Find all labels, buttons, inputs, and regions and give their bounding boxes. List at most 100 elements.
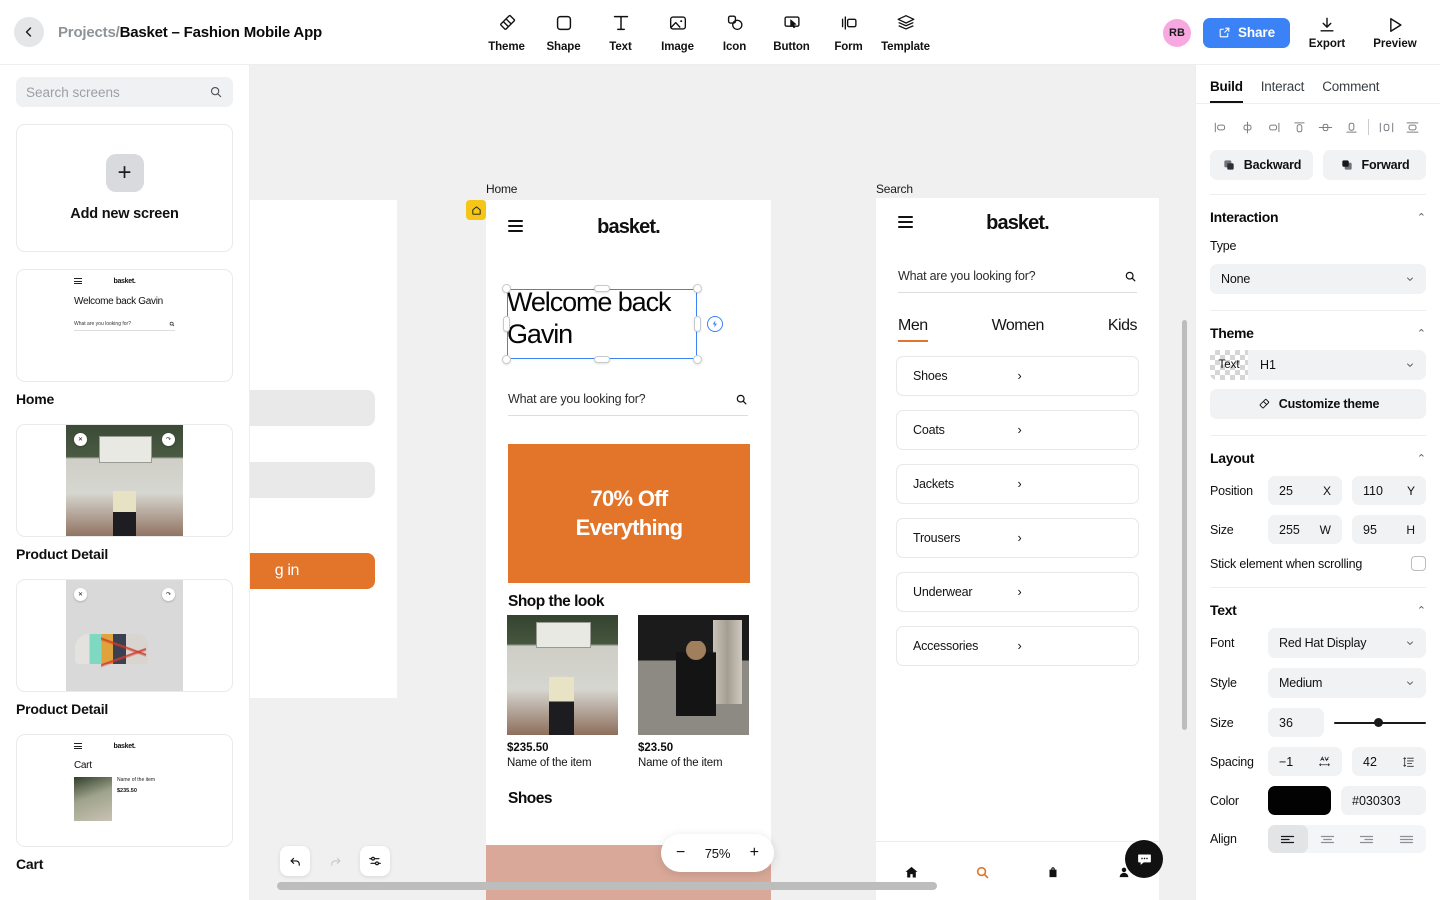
tool-shape[interactable]: Shape <box>535 6 592 53</box>
category-row-accessories[interactable]: Accessories › <box>896 626 1139 666</box>
avatar[interactable]: RB <box>1162 18 1191 47</box>
search-input[interactable] <box>26 84 209 100</box>
tool-theme[interactable]: Theme <box>478 6 535 53</box>
tool-button[interactable]: Button <box>763 6 820 53</box>
product-card[interactable]: $235.50 Name of the item <box>507 615 618 769</box>
font-style-select[interactable]: Medium <box>1268 668 1426 698</box>
resize-handle-top-center[interactable] <box>594 285 610 292</box>
zoom-in-button[interactable]: + <box>750 845 759 861</box>
login-password-field[interactable] <box>250 462 375 498</box>
hamburger-icon[interactable] <box>508 220 523 235</box>
chevron-up-icon[interactable]: ⌃ <box>1417 211 1426 224</box>
color-hex-field[interactable]: #030303 <box>1341 786 1426 815</box>
align-middle-vertical-icon[interactable] <box>1312 116 1338 138</box>
text-align-center-button[interactable] <box>1308 825 1348 853</box>
align-left-icon[interactable] <box>1208 116 1234 138</box>
resize-handle-left-middle[interactable] <box>503 316 510 332</box>
stick-element-checkbox[interactable] <box>1411 556 1426 571</box>
text-align-left-button[interactable] <box>1268 825 1308 853</box>
resize-handle-right-middle[interactable] <box>694 316 701 332</box>
search-field[interactable]: What are you looking for? <box>898 269 1137 293</box>
font-select[interactable]: Red Hat Display <box>1268 628 1426 658</box>
slider-knob[interactable] <box>1374 718 1384 727</box>
frame-search[interactable]: basket. What are you looking for? Men Wo… <box>876 198 1159 900</box>
home-search-field[interactable]: What are you looking for? <box>508 392 748 416</box>
canvas-settings-button[interactable] <box>360 846 390 876</box>
layout-section-header[interactable]: Layout ⌃ <box>1196 436 1440 466</box>
redo-button[interactable] <box>320 846 350 876</box>
add-new-screen-card[interactable]: + Add new screen <box>16 124 233 252</box>
category-row-coats[interactable]: Coats › <box>896 410 1139 450</box>
chat-button[interactable] <box>1125 840 1163 878</box>
resize-handle-bottom-left[interactable] <box>502 355 511 364</box>
login-email-field[interactable] <box>250 390 375 426</box>
resize-handle-bottom-right[interactable] <box>693 355 702 364</box>
font-size-slider[interactable] <box>1334 708 1426 737</box>
tab-kids[interactable]: Kids <box>1108 317 1138 342</box>
align-top-icon[interactable] <box>1286 116 1312 138</box>
distribute-vertical-icon[interactable] <box>1399 116 1425 138</box>
letter-spacing-field[interactable]: −1 <box>1268 747 1342 776</box>
interaction-type-select[interactable]: None <box>1210 264 1426 294</box>
align-bottom-icon[interactable] <box>1338 116 1364 138</box>
frame-home[interactable]: basket. Welcome back Gavin What are you … <box>486 200 771 900</box>
tab-comment[interactable]: Comment <box>1322 79 1379 103</box>
home-screen-badge[interactable] <box>466 200 486 220</box>
tool-text[interactable]: Text <box>592 6 649 53</box>
customize-theme-button[interactable]: Customize theme <box>1210 389 1426 419</box>
tab-men[interactable]: Men <box>898 317 928 342</box>
chevron-up-icon[interactable]: ⌃ <box>1417 327 1426 340</box>
login-submit-button[interactable]: g in <box>250 553 375 589</box>
align-center-horizontal-icon[interactable] <box>1234 116 1260 138</box>
quick-action-button[interactable] <box>707 316 723 332</box>
align-right-icon[interactable] <box>1260 116 1286 138</box>
resize-handle-bottom-center[interactable] <box>594 356 610 363</box>
send-backward-button[interactable]: Backward <box>1210 150 1313 180</box>
font-size-field[interactable]: 36 <box>1268 708 1324 737</box>
resize-handle-top-left[interactable] <box>502 284 511 293</box>
export-button[interactable]: Export <box>1296 15 1358 50</box>
tool-form[interactable]: Form <box>820 6 877 53</box>
hamburger-icon[interactable] <box>898 216 913 231</box>
tabbar-home[interactable] <box>876 865 947 880</box>
text-align-justify-button[interactable] <box>1387 825 1427 853</box>
frame-label-home[interactable]: Home <box>486 182 517 196</box>
undo-button[interactable] <box>280 846 310 876</box>
width-field[interactable]: 255 W <box>1268 515 1342 544</box>
tab-build[interactable]: Build <box>1210 79 1243 103</box>
chevron-up-icon[interactable]: ⌃ <box>1417 452 1426 465</box>
frame-login[interactable]: g in g in gn up <box>250 200 397 698</box>
tool-image[interactable]: Image <box>649 6 706 53</box>
tool-template[interactable]: Template <box>877 6 934 53</box>
preview-button[interactable]: Preview <box>1364 15 1426 50</box>
tab-women[interactable]: Women <box>928 317 1108 342</box>
search-screens-field[interactable] <box>16 77 233 107</box>
tool-icon[interactable]: Icon <box>706 6 763 53</box>
theme-section-header[interactable]: Theme ⌃ <box>1196 311 1440 341</box>
interaction-section-header[interactable]: Interaction ⌃ <box>1196 195 1440 225</box>
text-align-right-button[interactable] <box>1347 825 1387 853</box>
bring-forward-button[interactable]: Forward <box>1323 150 1426 180</box>
canvas-vertical-scrollbar[interactable] <box>1182 320 1187 730</box>
color-swatch[interactable] <box>1268 786 1331 815</box>
theme-style-select[interactable]: Text H1 <box>1210 350 1426 380</box>
screen-thumb-product-detail-2[interactable]: ✕ ↷ <box>16 579 233 692</box>
category-row-jackets[interactable]: Jackets › <box>896 464 1139 504</box>
tabbar-bag[interactable] <box>1018 865 1089 880</box>
zoom-out-button[interactable]: − <box>676 845 685 861</box>
distribute-horizontal-icon[interactable] <box>1373 116 1399 138</box>
chevron-up-icon[interactable]: ⌃ <box>1417 604 1426 617</box>
line-height-field[interactable]: 42 <box>1352 747 1426 776</box>
tab-interact[interactable]: Interact <box>1261 79 1305 103</box>
screen-thumb-home[interactable]: basket. Welcome back Gavin What are you … <box>16 269 233 382</box>
category-row-underwear[interactable]: Underwear › <box>896 572 1139 612</box>
category-row-trousers[interactable]: Trousers › <box>896 518 1139 558</box>
breadcrumb-projects[interactable]: Projects <box>58 24 116 41</box>
design-canvas[interactable]: g in g in gn up Home basket. Welcome bac… <box>250 65 1195 900</box>
promo-banner[interactable]: 70% Off Everything <box>508 444 750 583</box>
share-button[interactable]: Share <box>1202 17 1290 48</box>
resize-handle-top-right[interactable] <box>693 284 702 293</box>
text-section-header[interactable]: Text ⌃ <box>1196 588 1440 618</box>
canvas-horizontal-scrollbar[interactable] <box>277 882 937 890</box>
product-card[interactable]: $23.50 Name of the item <box>638 615 749 769</box>
